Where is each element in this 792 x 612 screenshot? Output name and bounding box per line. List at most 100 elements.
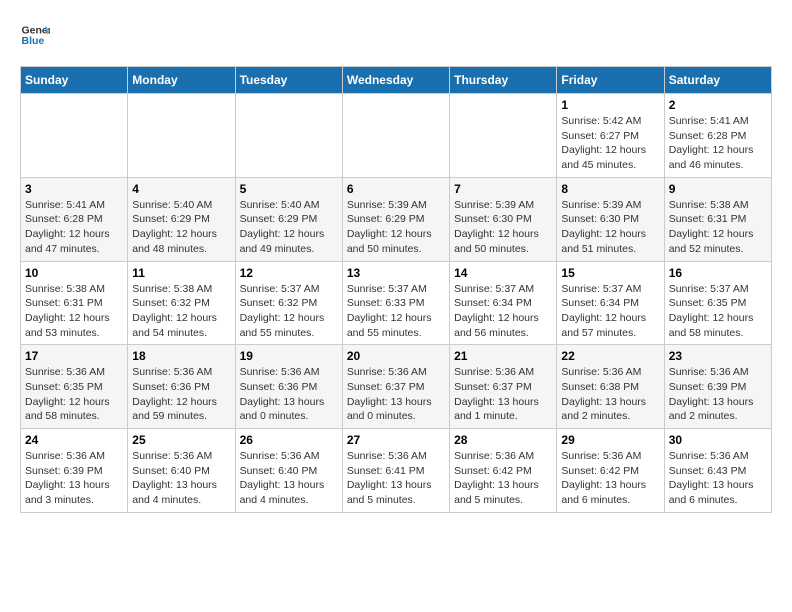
header-monday: Monday — [128, 67, 235, 94]
day-info: Sunrise: 5:37 AMSunset: 6:34 PMDaylight:… — [561, 282, 659, 341]
calendar-cell: 20 Sunrise: 5:36 AMSunset: 6:37 PMDayligh… — [342, 345, 449, 429]
day-number: 28 — [454, 433, 552, 447]
header-tuesday: Tuesday — [235, 67, 342, 94]
day-number: 14 — [454, 266, 552, 280]
day-number: 25 — [132, 433, 230, 447]
calendar-cell: 15 Sunrise: 5:37 AMSunset: 6:34 PMDayligh… — [557, 261, 664, 345]
calendar-cell: 5 Sunrise: 5:40 AMSunset: 6:29 PMDaylight… — [235, 177, 342, 261]
day-number: 21 — [454, 349, 552, 363]
calendar-cell: 14 Sunrise: 5:37 AMSunset: 6:34 PMDayligh… — [450, 261, 557, 345]
header-thursday: Thursday — [450, 67, 557, 94]
calendar-cell: 30 Sunrise: 5:36 AMSunset: 6:43 PMDayligh… — [664, 429, 771, 513]
calendar-cell: 24 Sunrise: 5:36 AMSunset: 6:39 PMDayligh… — [21, 429, 128, 513]
calendar-cell: 12 Sunrise: 5:37 AMSunset: 6:32 PMDayligh… — [235, 261, 342, 345]
calendar-cell — [128, 94, 235, 178]
calendar-week-2: 3 Sunrise: 5:41 AMSunset: 6:28 PMDaylight… — [21, 177, 772, 261]
day-info: Sunrise: 5:36 AMSunset: 6:42 PMDaylight:… — [454, 449, 552, 508]
day-info: Sunrise: 5:36 AMSunset: 6:41 PMDaylight:… — [347, 449, 445, 508]
day-number: 29 — [561, 433, 659, 447]
day-number: 4 — [132, 182, 230, 196]
day-info: Sunrise: 5:41 AMSunset: 6:28 PMDaylight:… — [25, 198, 123, 257]
day-number: 23 — [669, 349, 767, 363]
day-number: 24 — [25, 433, 123, 447]
calendar-cell — [342, 94, 449, 178]
header-sunday: Sunday — [21, 67, 128, 94]
day-info: Sunrise: 5:36 AMSunset: 6:43 PMDaylight:… — [669, 449, 767, 508]
calendar-cell: 23 Sunrise: 5:36 AMSunset: 6:39 PMDayligh… — [664, 345, 771, 429]
header-saturday: Saturday — [664, 67, 771, 94]
day-info: Sunrise: 5:37 AMSunset: 6:32 PMDaylight:… — [240, 282, 338, 341]
calendar-cell — [21, 94, 128, 178]
calendar-week-5: 24 Sunrise: 5:36 AMSunset: 6:39 PMDayligh… — [21, 429, 772, 513]
calendar-cell: 8Sunrise: 5:39 AMSunset: 6:30 PMDaylight… — [557, 177, 664, 261]
calendar-cell: 26 Sunrise: 5:36 AMSunset: 6:40 PMDayligh… — [235, 429, 342, 513]
day-info: Sunrise: 5:36 AMSunset: 6:36 PMDaylight:… — [240, 365, 338, 424]
header-friday: Friday — [557, 67, 664, 94]
day-info: Sunrise: 5:36 AMSunset: 6:36 PMDaylight:… — [132, 365, 230, 424]
calendar-cell: 17Sunrise: 5:36 AMSunset: 6:35 PMDayligh… — [21, 345, 128, 429]
calendar-cell: 11 Sunrise: 5:38 AMSunset: 6:32 PMDayligh… — [128, 261, 235, 345]
day-number: 6 — [347, 182, 445, 196]
day-info: Sunrise: 5:36 AMSunset: 6:40 PMDaylight:… — [132, 449, 230, 508]
day-info: Sunrise: 5:40 AMSunset: 6:29 PMDaylight:… — [132, 198, 230, 257]
calendar-week-4: 17Sunrise: 5:36 AMSunset: 6:35 PMDayligh… — [21, 345, 772, 429]
day-info: Sunrise: 5:37 AMSunset: 6:35 PMDaylight:… — [669, 282, 767, 341]
day-number: 2 — [669, 98, 767, 112]
day-info: Sunrise: 5:38 AMSunset: 6:31 PMDaylight:… — [669, 198, 767, 257]
day-number: 13 — [347, 266, 445, 280]
calendar-cell: 25 Sunrise: 5:36 AMSunset: 6:40 PMDayligh… — [128, 429, 235, 513]
day-info: Sunrise: 5:39 AMSunset: 6:30 PMDaylight:… — [561, 198, 659, 257]
day-info: Sunrise: 5:42 AMSunset: 6:27 PMDaylight:… — [561, 114, 659, 173]
calendar-cell: 9Sunrise: 5:38 AMSunset: 6:31 PMDaylight… — [664, 177, 771, 261]
calendar-cell: 1 Sunrise: 5:42 AMSunset: 6:27 PMDaylight… — [557, 94, 664, 178]
day-number: 5 — [240, 182, 338, 196]
logo-icon: General Blue — [20, 20, 50, 50]
day-info: Sunrise: 5:36 AMSunset: 6:38 PMDaylight:… — [561, 365, 659, 424]
day-info: Sunrise: 5:36 AMSunset: 6:37 PMDaylight:… — [347, 365, 445, 424]
day-info: Sunrise: 5:37 AMSunset: 6:33 PMDaylight:… — [347, 282, 445, 341]
calendar-cell: 29 Sunrise: 5:36 AMSunset: 6:42 PMDayligh… — [557, 429, 664, 513]
day-info: Sunrise: 5:36 AMSunset: 6:40 PMDaylight:… — [240, 449, 338, 508]
day-number: 22 — [561, 349, 659, 363]
header-wednesday: Wednesday — [342, 67, 449, 94]
calendar-cell: 19 Sunrise: 5:36 AMSunset: 6:36 PMDayligh… — [235, 345, 342, 429]
day-info: Sunrise: 5:38 AMSunset: 6:31 PMDaylight:… — [25, 282, 123, 341]
day-number: 1 — [561, 98, 659, 112]
day-number: 11 — [132, 266, 230, 280]
day-number: 26 — [240, 433, 338, 447]
day-number: 18 — [132, 349, 230, 363]
calendar-cell: 2 Sunrise: 5:41 AMSunset: 6:28 PMDaylight… — [664, 94, 771, 178]
day-info: Sunrise: 5:41 AMSunset: 6:28 PMDaylight:… — [669, 114, 767, 173]
day-number: 27 — [347, 433, 445, 447]
day-number: 10 — [25, 266, 123, 280]
day-number: 12 — [240, 266, 338, 280]
day-info: Sunrise: 5:38 AMSunset: 6:32 PMDaylight:… — [132, 282, 230, 341]
day-info: Sunrise: 5:39 AMSunset: 6:29 PMDaylight:… — [347, 198, 445, 257]
day-info: Sunrise: 5:36 AMSunset: 6:35 PMDaylight:… — [25, 365, 123, 424]
calendar-cell: 16 Sunrise: 5:37 AMSunset: 6:35 PMDayligh… — [664, 261, 771, 345]
calendar-table: SundayMondayTuesdayWednesdayThursdayFrid… — [20, 66, 772, 513]
day-info: Sunrise: 5:36 AMSunset: 6:42 PMDaylight:… — [561, 449, 659, 508]
calendar-cell: 27 Sunrise: 5:36 AMSunset: 6:41 PMDayligh… — [342, 429, 449, 513]
calendar-cell: 10 Sunrise: 5:38 AMSunset: 6:31 PMDayligh… — [21, 261, 128, 345]
day-number: 19 — [240, 349, 338, 363]
calendar-week-3: 10 Sunrise: 5:38 AMSunset: 6:31 PMDayligh… — [21, 261, 772, 345]
day-info: Sunrise: 5:36 AMSunset: 6:37 PMDaylight:… — [454, 365, 552, 424]
calendar-cell: 28 Sunrise: 5:36 AMSunset: 6:42 PMDayligh… — [450, 429, 557, 513]
calendar-cell: 21 Sunrise: 5:36 AMSunset: 6:37 PMDayligh… — [450, 345, 557, 429]
day-number: 16 — [669, 266, 767, 280]
day-info: Sunrise: 5:36 AMSunset: 6:39 PMDaylight:… — [669, 365, 767, 424]
day-info: Sunrise: 5:37 AMSunset: 6:34 PMDaylight:… — [454, 282, 552, 341]
day-number: 15 — [561, 266, 659, 280]
calendar-cell: 18 Sunrise: 5:36 AMSunset: 6:36 PMDayligh… — [128, 345, 235, 429]
day-number: 3 — [25, 182, 123, 196]
calendar-cell: 3 Sunrise: 5:41 AMSunset: 6:28 PMDaylight… — [21, 177, 128, 261]
calendar-cell: 6 Sunrise: 5:39 AMSunset: 6:29 PMDaylight… — [342, 177, 449, 261]
day-info: Sunrise: 5:40 AMSunset: 6:29 PMDaylight:… — [240, 198, 338, 257]
day-info: Sunrise: 5:36 AMSunset: 6:39 PMDaylight:… — [25, 449, 123, 508]
day-info: Sunrise: 5:39 AMSunset: 6:30 PMDaylight:… — [454, 198, 552, 257]
logo: General Blue — [20, 20, 50, 50]
day-number: 30 — [669, 433, 767, 447]
day-number: 20 — [347, 349, 445, 363]
svg-text:Blue: Blue — [22, 35, 45, 47]
